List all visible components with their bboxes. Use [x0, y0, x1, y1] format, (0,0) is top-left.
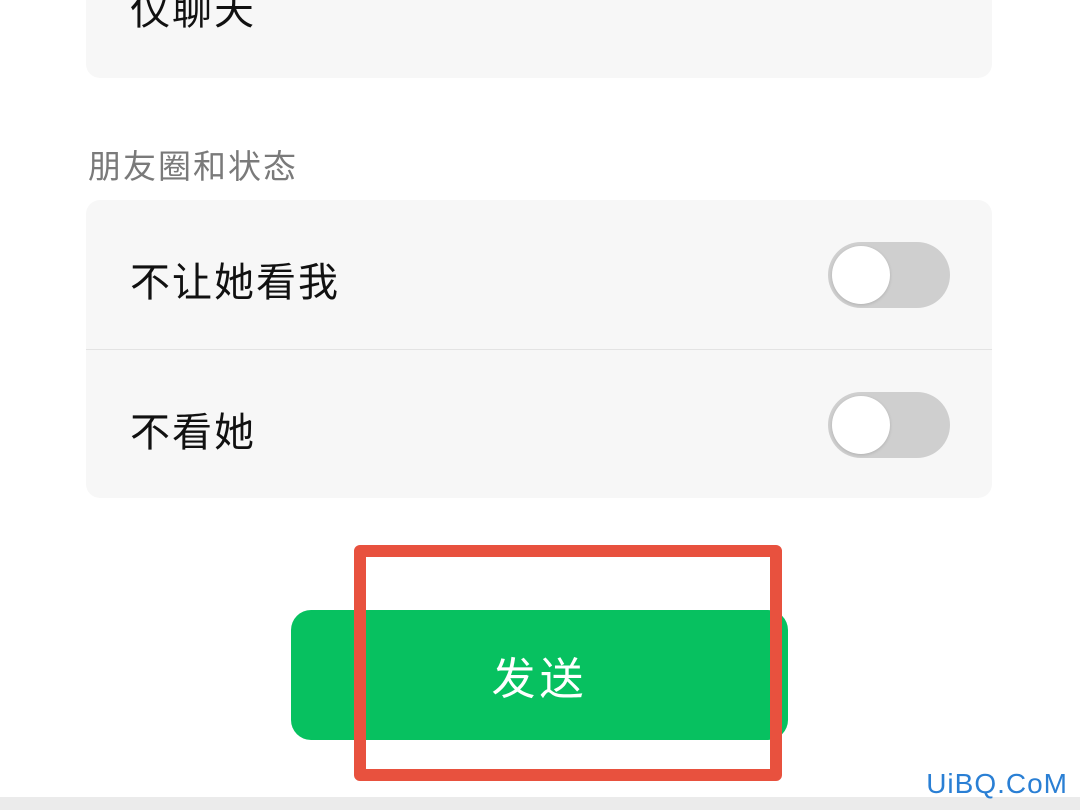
send-button[interactable]: 发送	[291, 610, 788, 740]
hide-my-moments-label: 不让她看我	[130, 260, 340, 306]
toggle-knob	[832, 396, 890, 454]
toggle-knob	[832, 246, 890, 304]
moments-section-title: 朋友圈和状态	[88, 147, 298, 186]
hide-her-moments-label: 不看她	[130, 410, 256, 456]
hide-her-moments-toggle[interactable]	[828, 392, 950, 458]
screen: 仅聊天 朋友圈和状态 不让她看我 不看她 发送 UiBQ.CoM	[0, 0, 1080, 810]
chat-only-label: 仅聊天	[130, 0, 256, 34]
settings-row-hide-my-moments[interactable]: 不让她看我	[86, 200, 992, 348]
watermark-text: UiBQ.CoM	[926, 768, 1068, 799]
chat-only-card[interactable]: 仅聊天	[86, 0, 992, 78]
settings-row-hide-her-moments[interactable]: 不看她	[86, 350, 992, 498]
hide-my-moments-toggle[interactable]	[828, 242, 950, 308]
bottom-bar	[0, 797, 1080, 810]
moments-settings-card: 不让她看我 不看她	[86, 200, 992, 498]
